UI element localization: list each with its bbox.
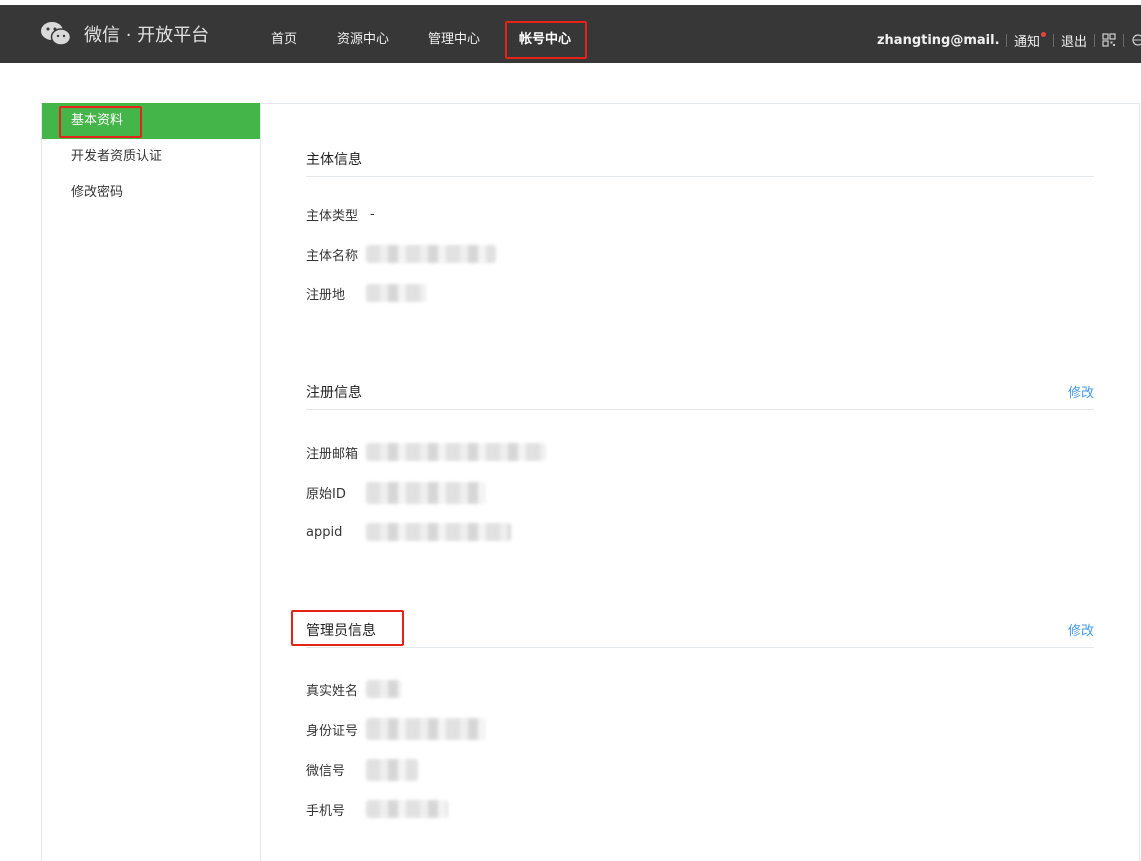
field-label: 主体类型 [306, 208, 359, 224]
modify-registration-link[interactable]: 修改 [1068, 382, 1094, 401]
main-content: 主体信息 主体类型 - 主体名称 注册地 注册信息 修改 注册邮箱 原始ID a… [261, 103, 1140, 861]
wechat-logo-icon [41, 22, 72, 46]
section-title-registration: 注册信息 [306, 385, 362, 401]
notify-badge-dot [1040, 31, 1046, 37]
section-header: 主体信息 [306, 139, 1094, 177]
section-registration-info: 注册信息 修改 注册邮箱 原始ID appid [306, 372, 1094, 542]
top-right-toolbar: zhangting@mail.p... 通知 退出 [877, 31, 1141, 50]
brand[interactable]: 微信 · 开放平台 [40, 21, 209, 47]
logout-link[interactable]: 退出 [1061, 31, 1087, 50]
field-label: 手机号 [306, 803, 346, 819]
info-row-phone: 手机号 [306, 799, 345, 819]
redacted-value [366, 523, 511, 541]
globe-icon[interactable] [1131, 33, 1141, 47]
sidebar-menu: 基本资料 开发者资质认证 修改密码 [41, 103, 261, 861]
info-row-original-id: 原始ID [306, 482, 346, 502]
section-admin-info: 管理员信息 修改 真实姓名 身份证号 微信号 手机号 [306, 610, 1094, 830]
section-title-subject: 主体信息 [306, 152, 362, 168]
info-row-subject-name: 主体名称 [306, 244, 358, 264]
nav-management-center[interactable]: 管理中心 [428, 33, 480, 47]
info-row-appid: appid [306, 522, 342, 542]
info-row-email: 注册邮箱 [306, 442, 358, 462]
section-title-admin: 管理员信息 [306, 623, 376, 639]
nav-home[interactable]: 首页 [271, 33, 297, 47]
field-label: 注册邮箱 [306, 446, 359, 462]
notify-label: 通知 [1013, 34, 1040, 50]
field-label: appid [306, 524, 343, 540]
redacted-value [366, 800, 448, 818]
brand-title: 微信 · 开放平台 [84, 25, 210, 46]
field-label: 原始ID [306, 486, 346, 502]
nav-resource-center[interactable]: 资源中心 [337, 33, 389, 47]
redacted-value [366, 245, 496, 263]
field-label: 微信号 [306, 763, 346, 779]
info-row-id-number: 身份证号 [306, 719, 358, 739]
divider [1094, 33, 1095, 47]
qrcode-icon[interactable] [1102, 33, 1116, 47]
section-subject-info: 主体信息 主体类型 - 主体名称 注册地 [306, 139, 1094, 309]
sidebar-item-developer-certification[interactable]: 开发者资质认证 [42, 139, 260, 175]
field-value: - [370, 206, 375, 222]
info-row-registration-place: 注册地 [306, 283, 345, 303]
divider [1123, 33, 1124, 47]
info-row-real-name: 真实姓名 [306, 679, 358, 699]
redacted-value [366, 759, 418, 781]
info-row-subject-type: 主体类型 - [306, 204, 375, 224]
nav-account-center[interactable]: 帐号中心 [519, 33, 571, 47]
top-navigation-bar: 微信 · 开放平台 首页 资源中心 管理中心 帐号中心 zhangting@ma… [0, 5, 1141, 63]
redacted-value [366, 482, 486, 504]
field-label: 注册地 [306, 287, 346, 303]
info-row-wechat-id: 微信号 [306, 759, 345, 779]
section-header: 管理员信息 修改 [306, 610, 1094, 648]
field-label: 主体名称 [306, 248, 359, 264]
modify-admin-link[interactable]: 修改 [1068, 620, 1094, 639]
redacted-value [366, 680, 402, 698]
field-label: 身份证号 [306, 723, 359, 739]
redacted-value [366, 443, 546, 461]
field-label: 真实姓名 [306, 683, 359, 699]
divider [1052, 33, 1054, 47]
section-header: 注册信息 修改 [306, 372, 1094, 410]
sidebar-item-basic-info[interactable]: 基本资料 [42, 103, 260, 139]
sidebar-item-change-password[interactable]: 修改密码 [42, 175, 260, 211]
redacted-value [366, 718, 486, 740]
redacted-value [366, 284, 426, 302]
divider [1005, 33, 1007, 47]
notify-link[interactable]: 通知 [1014, 31, 1046, 50]
user-email[interactable]: zhangting@mail.p... [877, 33, 999, 48]
